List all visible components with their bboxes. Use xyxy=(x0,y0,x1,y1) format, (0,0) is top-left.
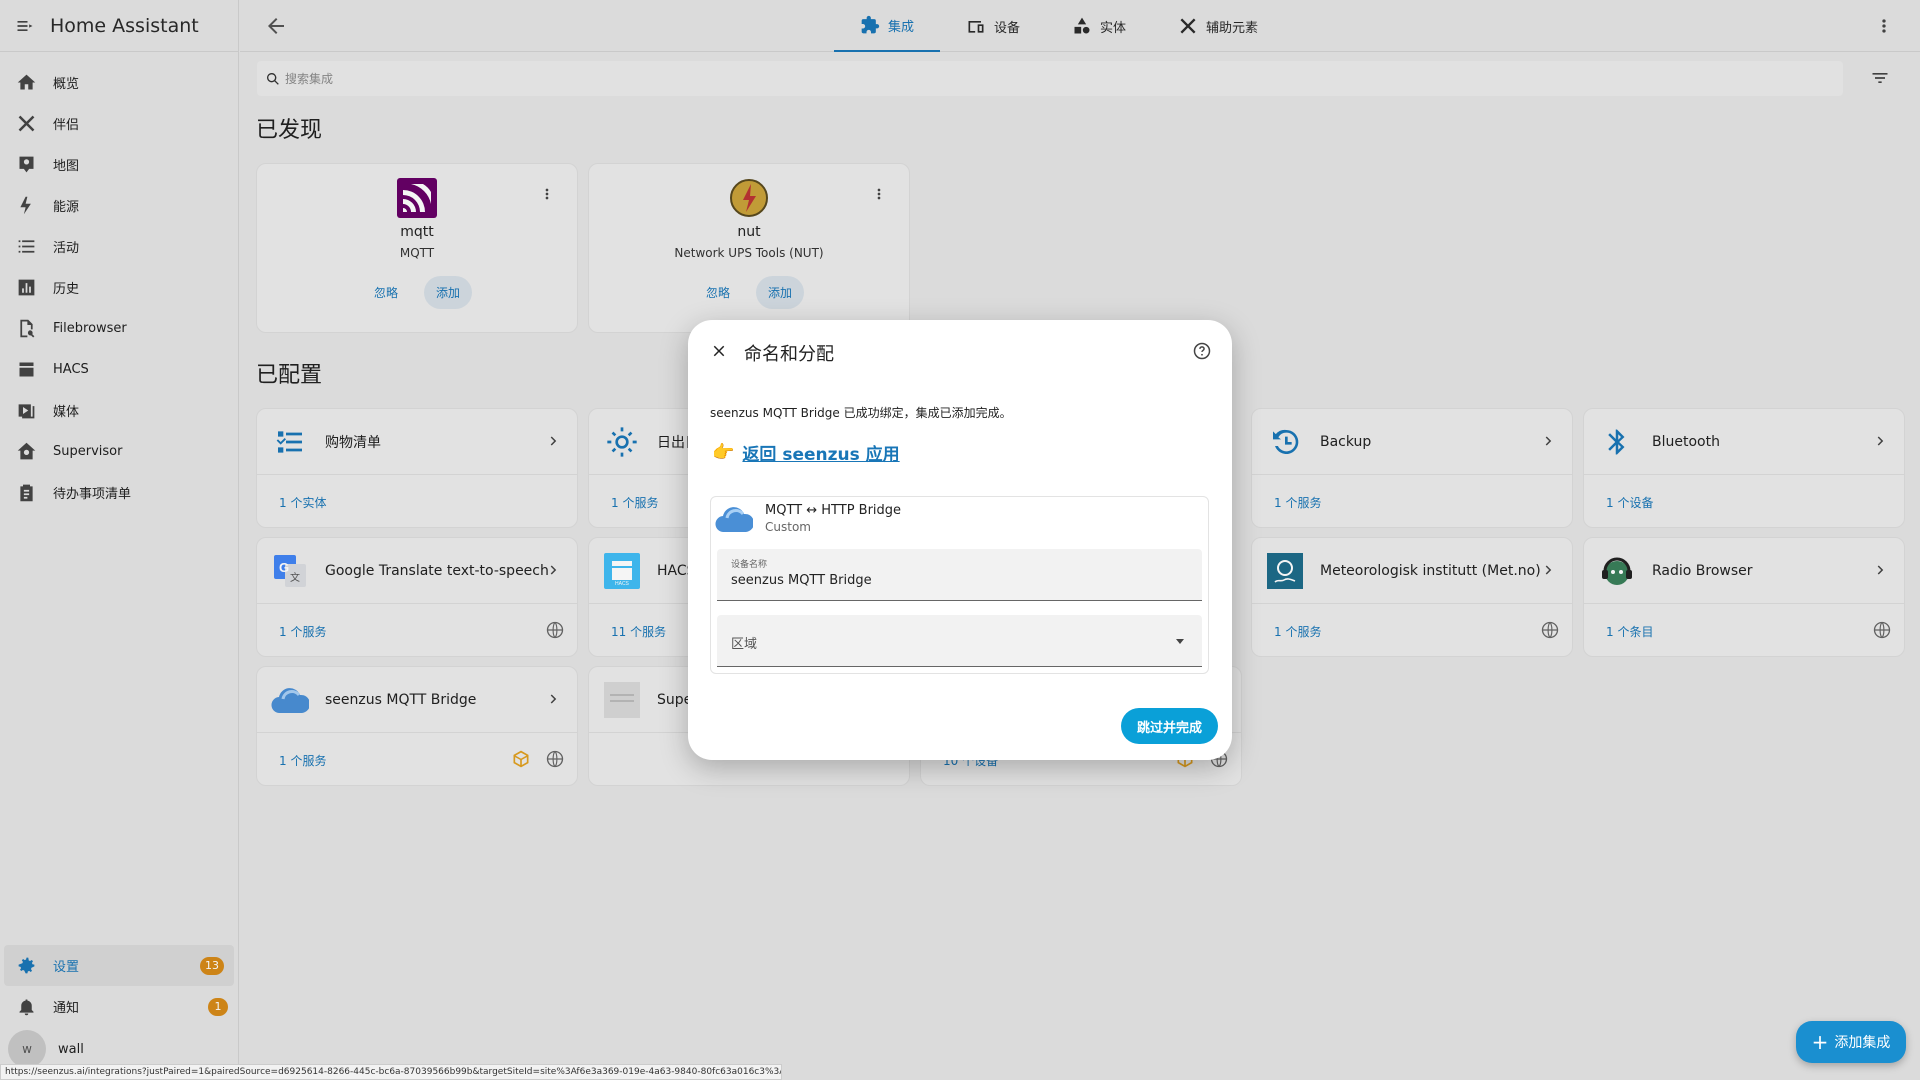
fab-label: 添加集成 xyxy=(1834,1035,1891,1051)
device-model: MQTT ↔ HTTP Bridge xyxy=(765,503,902,518)
device-box: MQTT ↔ HTTP Bridge Custom 设备名称 seenzus M… xyxy=(710,496,1209,674)
field-label: 设备名称 xyxy=(731,560,768,570)
skip-and-finish-button[interactable]: 跳过并完成 xyxy=(1120,708,1218,744)
device-manufacturer: Custom xyxy=(765,520,811,534)
caret-down-icon xyxy=(1176,639,1184,644)
name-and-assign-dialog: 命名和分配 seenzus MQTT Bridge 已成功绑定，集成已添加完成。… xyxy=(688,320,1232,760)
field-label: 区域 xyxy=(731,637,758,652)
pointing-hand-icon: 👉 xyxy=(712,442,735,463)
success-message: seenzus MQTT Bridge 已成功绑定，集成已添加完成。 xyxy=(710,406,1012,420)
return-link-row: 👉 返回 seenzus 应用 xyxy=(712,440,900,465)
area-select[interactable]: 区域 xyxy=(717,615,1202,667)
device-header: MQTT ↔ HTTP Bridge Custom xyxy=(711,497,1208,540)
field-value: seenzus MQTT Bridge xyxy=(731,573,872,588)
dialog-title: 命名和分配 xyxy=(744,344,834,365)
help-button[interactable] xyxy=(1192,341,1212,365)
close-button[interactable] xyxy=(710,342,728,364)
add-integration-button[interactable]: + 添加集成 xyxy=(1796,1021,1906,1063)
status-bar-url: https://seenzus.ai/integrations?justPair… xyxy=(0,1064,782,1080)
cloud-icon xyxy=(715,506,753,532)
help-circle-icon xyxy=(1193,342,1211,360)
plus-icon: + xyxy=(1811,1030,1829,1054)
device-name-field[interactable]: 设备名称 seenzus MQTT Bridge xyxy=(717,549,1202,601)
close-icon xyxy=(713,345,725,357)
return-to-app-link[interactable]: 返回 seenzus 应用 xyxy=(742,440,899,465)
